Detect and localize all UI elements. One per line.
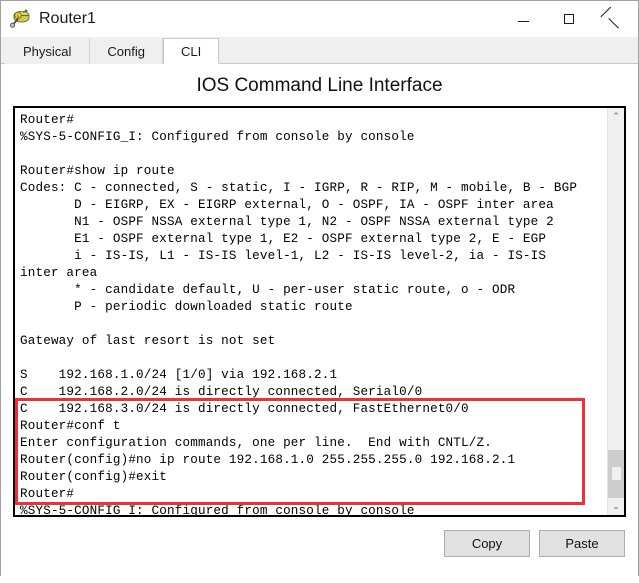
tab-bar: Physical Config CLI xyxy=(1,37,638,64)
tab-cli[interactable]: CLI xyxy=(163,38,220,64)
tab-physical-label: Physical xyxy=(23,44,72,59)
scroll-up-icon[interactable]: ⌃ xyxy=(608,108,624,125)
router-cli-window: S Router1 Physical Config CLI IOS Comman… xyxy=(0,0,639,583)
tab-config-label: Config xyxy=(107,44,145,59)
terminal-container: Router# %SYS-5-CONFIG_I: Configured from… xyxy=(13,106,626,517)
page-title: IOS Command Line Interface xyxy=(196,75,443,96)
tab-physical[interactable]: Physical xyxy=(5,38,90,64)
scrollbar-track[interactable] xyxy=(608,125,624,498)
copy-button[interactable]: Copy xyxy=(444,530,530,557)
maximize-button[interactable] xyxy=(546,1,592,37)
scrollbar-thumb[interactable] xyxy=(608,450,624,498)
close-button[interactable] xyxy=(592,1,638,37)
terminal-text: Router# %SYS-5-CONFIG_I: Configured from… xyxy=(20,113,578,515)
scroll-down-icon[interactable]: ⌄ xyxy=(608,498,624,515)
minimize-button[interactable] xyxy=(500,1,546,37)
paste-button[interactable]: Paste xyxy=(539,530,625,557)
window-title: Router1 xyxy=(39,10,96,27)
window-controls xyxy=(500,1,638,37)
tab-config[interactable]: Config xyxy=(89,38,163,64)
footer-actions: Copy Paste xyxy=(1,517,638,583)
tab-cli-label: CLI xyxy=(181,44,202,59)
close-icon xyxy=(609,13,621,25)
router-device-icon: S xyxy=(10,8,32,30)
cli-panel: IOS Command Line Interface Router# %SYS-… xyxy=(1,64,638,517)
terminal-output[interactable]: Router# %SYS-5-CONFIG_I: Configured from… xyxy=(15,108,607,515)
terminal-scrollbar[interactable]: ⌃ ⌄ xyxy=(607,108,624,515)
window-titlebar: S Router1 xyxy=(1,1,638,37)
maximize-icon xyxy=(564,14,574,24)
minimize-icon xyxy=(517,20,529,22)
